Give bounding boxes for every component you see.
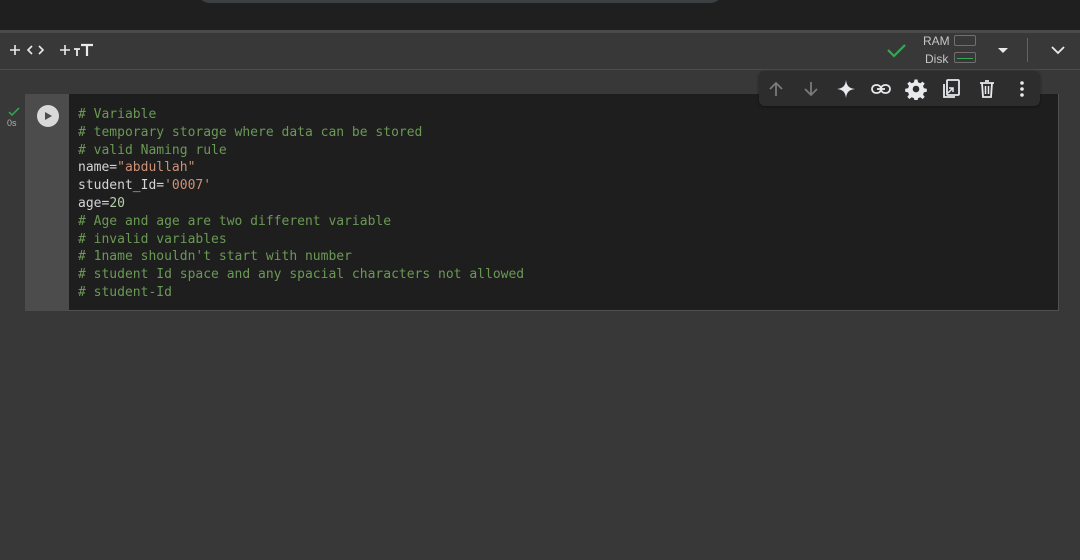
sparkle-icon (837, 80, 855, 98)
code-line: # invalid variables (78, 231, 227, 247)
code-line: # student-Id (78, 284, 172, 300)
collapse-toolbar-button[interactable] (1049, 33, 1067, 67)
code-line: # student Id space and any spacial chara… (78, 267, 525, 283)
more-vert-icon (1020, 81, 1024, 97)
settings-button[interactable] (904, 77, 928, 101)
add-code-cell-button[interactable] (8, 33, 48, 67)
code-editor[interactable]: # Variable # temporary storage where dat… (69, 94, 1059, 311)
string-literal: "abdullah" (117, 160, 196, 176)
notebook-toolbar: RAM Disk (0, 33, 1080, 70)
move-down-button[interactable] (799, 77, 823, 101)
ram-label: RAM (923, 34, 950, 48)
arrow-down-icon (804, 82, 818, 97)
add-text-icon (60, 43, 93, 56)
link-icon (871, 84, 891, 94)
copy-link-button[interactable] (869, 77, 893, 101)
code-line: # Age and age are two different variable (78, 213, 392, 229)
exec-time: 0s (7, 118, 17, 128)
string-literal: '0007' (164, 178, 212, 194)
move-up-button[interactable] (764, 77, 788, 101)
more-options-button[interactable] (1010, 77, 1034, 101)
resource-monitor[interactable]: RAM Disk (922, 33, 982, 69)
arrow-up-icon (769, 81, 783, 96)
code-line: # valid Naming rule (78, 142, 227, 158)
run-cell-button[interactable] (37, 105, 59, 127)
code-text[interactable]: # Variable # temporary storage where dat… (78, 106, 524, 302)
code-line-name: name="abdullah" (78, 160, 196, 176)
play-icon (45, 112, 52, 120)
code-line: # Variable (78, 107, 157, 122)
gemini-button[interactable] (834, 77, 858, 101)
gear-icon (905, 79, 927, 100)
ram-bar (954, 35, 976, 46)
cell-toolbar (759, 71, 1040, 106)
code-line: # temporary storage where data can be st… (78, 124, 423, 140)
toolbar-divider (1027, 38, 1028, 62)
connected-check-icon[interactable] (885, 33, 907, 67)
top-tab-pill (196, 0, 724, 3)
mirror-cell-icon (943, 79, 960, 98)
code-line: # 1name shouldn't start with number (78, 249, 352, 265)
add-text-cell-button[interactable] (58, 33, 98, 67)
number-literal: 20 (109, 195, 125, 211)
chevron-down-icon (1051, 46, 1065, 55)
trash-icon (980, 80, 994, 98)
code-cell[interactable]: # Variable # temporary storage where dat… (25, 94, 1059, 311)
code-line-student-id: student_Id='0007' (78, 178, 212, 194)
disk-label: Disk (925, 52, 949, 66)
code-line-age: age=20 (78, 195, 125, 211)
browser-top-bar (0, 0, 1080, 30)
runtime-dropdown-button[interactable] (996, 33, 1010, 67)
cell-gutter (25, 94, 69, 311)
caret-down-icon (998, 48, 1008, 53)
disk-bar (954, 52, 976, 63)
mirror-cell-button[interactable] (939, 77, 963, 101)
add-code-icon (10, 45, 45, 55)
delete-cell-button[interactable] (975, 77, 999, 101)
